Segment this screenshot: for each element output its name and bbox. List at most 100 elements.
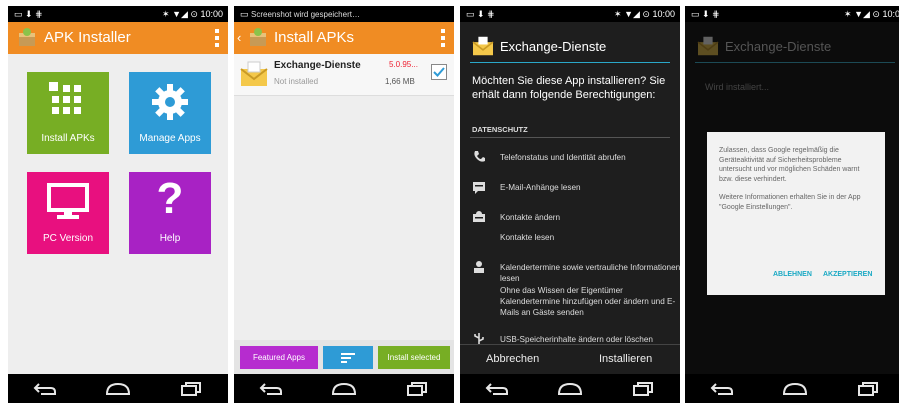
- install-button[interactable]: Installieren: [599, 353, 652, 365]
- screenshot-collage: ▭ ⬇ ⋕ ✶ ▼◢ ⊙ 10:00 APK Installer Install…: [0, 0, 899, 405]
- action-bar: Featured Apps Install selected: [234, 340, 454, 374]
- screen-permissions: ▭ ⬇ ⋕ ✶ ▼◢ ⊙ 10:00 Exchange-Dienste Möch…: [460, 6, 680, 403]
- decline-button[interactable]: ABLEHNEN: [773, 270, 812, 280]
- navigation-bar: [685, 374, 899, 403]
- status-right: ✶ ▼◢ ⊙ 10:00: [162, 9, 223, 19]
- permission-item: Telefonstatus und Identität abrufen: [500, 153, 626, 162]
- recent-apps-icon[interactable]: [171, 378, 211, 400]
- navigation-bar: [234, 374, 454, 403]
- app-logo-icon: [247, 27, 269, 54]
- gear-icon: [150, 82, 190, 125]
- back-icon[interactable]: [702, 378, 742, 400]
- status-time: 10:0: [882, 9, 899, 19]
- permission-item: Kalendertermine sowie vertrauliche Infor…: [500, 263, 680, 283]
- status-time: 10:00: [652, 9, 675, 19]
- status-right: ✶ ▼◢ ⊙ 10:0: [844, 9, 899, 19]
- back-icon[interactable]: [251, 378, 291, 400]
- manage-apps-tile[interactable]: Manage Apps: [129, 72, 211, 154]
- tile-label: Manage Apps: [139, 133, 201, 144]
- home-content: APK Installer Install APKs Manage Apps P…: [8, 22, 228, 374]
- calendar-icon: [472, 260, 486, 274]
- status-bar: ▭ ⬇ ⋕ ✶ ▼◢ ⊙ 10:00: [8, 6, 228, 22]
- navigation-bar: [8, 374, 228, 403]
- phone-icon: [472, 150, 486, 164]
- app-size: 1,66 MB: [385, 77, 415, 86]
- sort-button[interactable]: [323, 346, 373, 369]
- exchange-app-icon: [240, 61, 268, 92]
- home-icon[interactable]: [775, 378, 815, 400]
- question-mark-icon: ?: [156, 174, 184, 223]
- apk-list-item[interactable]: Exchange-Dienste 5.0.95... Not installed…: [234, 54, 454, 96]
- screenshot-notification: ▭ Screenshot wird gespeichert…: [240, 9, 360, 19]
- install-question: Möchten Sie diese App installieren? Sie …: [472, 75, 666, 101]
- permission-item: Kontakte lesen: [500, 233, 555, 242]
- checkmark-icon: [433, 67, 445, 77]
- tile-label: Install APKs: [41, 133, 95, 144]
- recent-apps-icon[interactable]: [848, 378, 888, 400]
- exchange-app-icon: [472, 36, 494, 61]
- screen-apk-installer-home: ▭ ⬇ ⋕ ✶ ▼◢ ⊙ 10:00 APK Installer Install…: [8, 6, 228, 403]
- overflow-menu-icon[interactable]: [440, 29, 446, 47]
- status-right: ✶ ▼◢ ⊙ 10:00: [614, 9, 675, 19]
- up-chevron-icon[interactable]: ‹: [237, 30, 241, 45]
- overflow-menu-icon[interactable]: [214, 29, 220, 47]
- accept-button[interactable]: AKZEPTIEREN: [823, 270, 872, 280]
- help-tile[interactable]: ? Help: [129, 172, 211, 254]
- installing-content: Exchange-Dienste Wird installiert... Zul…: [685, 22, 899, 374]
- sort-icon: [341, 353, 355, 363]
- pc-version-tile[interactable]: PC Version: [27, 172, 109, 254]
- recent-apps-icon[interactable]: [397, 378, 437, 400]
- permission-item: Ohne das Wissen der Eigentümer Kalendert…: [500, 286, 676, 317]
- app-name: Exchange-Dienste: [274, 60, 361, 71]
- exchange-app-icon: [697, 36, 719, 61]
- install-apks-tile[interactable]: Install APKs: [27, 72, 109, 154]
- section-heading: DATENSCHUTZ: [472, 125, 528, 134]
- title-divider: [695, 62, 895, 63]
- notification-icons: ▭ ⬇ ⋕: [691, 9, 720, 19]
- home-icon[interactable]: [324, 378, 364, 400]
- back-icon[interactable]: [477, 378, 517, 400]
- status-time: 10:00: [200, 9, 223, 19]
- navigation-bar: [460, 374, 680, 403]
- app-logo-icon: [16, 27, 38, 54]
- app-version: 5.0.95...: [389, 60, 418, 69]
- screen-title: Install APKs: [274, 29, 355, 46]
- screen-installing-dialog: ▭ ⬇ ⋕ ✶ ▼◢ ⊙ 10:0 Exchange-Dienste Wird …: [685, 6, 899, 403]
- notification-icons: ▭ ⬇ ⋕: [466, 9, 495, 19]
- dialog-message: Zulassen, dass Google regelmäßig die Ger…: [719, 147, 860, 183]
- contacts-icon: [472, 210, 486, 224]
- status-bar: ▭ Screenshot wird gespeichert…: [234, 6, 454, 22]
- tile-label: PC Version: [42, 233, 94, 244]
- grid-apps-icon: [49, 82, 87, 121]
- dialog-info: Weitere Informationen erhalten Sie in de…: [719, 194, 861, 211]
- google-verify-dialog: Zulassen, dass Google regelmäßig die Ger…: [707, 132, 885, 295]
- screenshot-notice-text: Screenshot wird gespeichert…: [251, 10, 360, 19]
- title-divider: [470, 62, 670, 63]
- select-checkbox[interactable]: [431, 64, 447, 80]
- install-selected-button[interactable]: Install selected: [378, 346, 450, 369]
- tile-label: Help: [159, 233, 181, 244]
- permission-item: E-Mail-Anhänge lesen: [500, 183, 581, 192]
- email-attachment-icon: [472, 180, 486, 194]
- notification-icons: ▭ ⬇ ⋕: [14, 9, 43, 19]
- home-icon[interactable]: [98, 378, 138, 400]
- install-list-content: ‹ Install APKs Exchange-Dienste 5.0.95..…: [234, 22, 454, 374]
- app-bar: APK Installer: [8, 22, 228, 54]
- cancel-button[interactable]: Abbrechen: [486, 353, 539, 365]
- install-status: Not installed: [274, 77, 319, 86]
- dialog-button-row: Abbrechen Installieren: [460, 344, 680, 374]
- installing-text: Wird installiert...: [705, 82, 770, 92]
- app-title: APK Installer: [44, 29, 131, 46]
- status-bar: ▭ ⬇ ⋕ ✶ ▼◢ ⊙ 10:00: [460, 6, 680, 22]
- home-icon[interactable]: [550, 378, 590, 400]
- featured-apps-button[interactable]: Featured Apps: [240, 346, 318, 369]
- recent-apps-icon[interactable]: [623, 378, 663, 400]
- status-bar: ▭ ⬇ ⋕ ✶ ▼◢ ⊙ 10:0: [685, 6, 899, 22]
- app-title: Exchange-Dienste: [500, 39, 607, 54]
- permissions-content: Exchange-Dienste Möchten Sie diese App i…: [460, 22, 680, 374]
- back-icon[interactable]: [25, 378, 65, 400]
- screen-install-apks: ▭ Screenshot wird gespeichert… ‹ Install…: [234, 6, 454, 403]
- monitor-icon: [46, 182, 90, 223]
- app-title: Exchange-Dienste: [725, 39, 832, 54]
- section-divider: [470, 137, 670, 138]
